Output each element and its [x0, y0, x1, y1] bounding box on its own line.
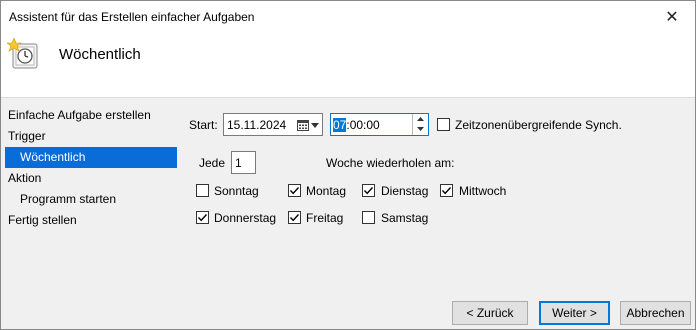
sync-checkbox[interactable] [437, 118, 450, 131]
start-label: Start: [189, 118, 218, 132]
spin-up-icon[interactable] [417, 117, 424, 121]
day-checkbox-freitag[interactable] [288, 211, 301, 224]
day-checkbox-samstag[interactable] [362, 211, 375, 224]
day-label-sonntag: Sonntag [214, 184, 259, 198]
window-title: Assistent für das Erstellen einfacher Au… [9, 10, 255, 24]
every-weeks-value: 1 [235, 156, 242, 170]
spin-down-icon[interactable] [417, 127, 424, 131]
clock-scheduler-icon [7, 38, 38, 69]
day-label-samstag: Samstag [381, 211, 429, 225]
calendar-icon[interactable] [297, 119, 309, 131]
checkmark-icon [289, 187, 300, 195]
nav-step-trigger[interactable]: Trigger [1, 126, 177, 147]
date-picker[interactable]: 15.11.2024 [223, 113, 323, 136]
time-hour-selected[interactable]: 07 [333, 118, 347, 132]
day-checkbox-donnerstag[interactable] [196, 211, 209, 224]
checkmark-icon [363, 187, 374, 195]
title-bar: Assistent für das Erstellen einfacher Au… [1, 1, 695, 33]
every-label: Jede [199, 156, 226, 170]
nav-step-action[interactable]: Aktion [1, 168, 177, 189]
time-spinner [412, 114, 428, 135]
day-label-mittwoch: Mittwoch [459, 184, 507, 198]
nav-step-finish[interactable]: Fertig stellen [1, 210, 177, 231]
nav-step-weekly[interactable]: Wöchentlich [5, 147, 177, 168]
nav-step-start-program[interactable]: Programm starten [1, 189, 177, 210]
chevron-down-icon[interactable] [311, 123, 319, 128]
page-heading: Wöchentlich [59, 46, 141, 63]
day-checkbox-sonntag[interactable] [196, 184, 209, 197]
wizard-step-list: Einfache Aufgabe erstellen Trigger Wöche… [1, 105, 177, 231]
sync-label: Zeitzonenübergreifende Synch. [455, 118, 622, 132]
day-label-montag: Montag [306, 184, 347, 198]
next-button[interactable]: Weiter > [539, 301, 610, 325]
repeat-label: Woche wiederholen am: [326, 156, 455, 170]
time-rest: :00:00 [346, 118, 380, 132]
checkmark-icon [197, 214, 208, 222]
nav-step-create-task[interactable]: Einfache Aufgabe erstellen [1, 105, 177, 126]
day-checkbox-mittwoch[interactable] [440, 184, 453, 197]
day-label-freitag: Freitag [306, 211, 344, 225]
time-picker[interactable]: 07:00:00 [330, 113, 429, 136]
day-checkbox-montag[interactable] [288, 184, 301, 197]
wizard-header: Wöchentlich [1, 33, 695, 98]
cancel-button[interactable]: Abbrechen [620, 301, 691, 325]
back-button[interactable]: < Zurück [452, 301, 528, 325]
wizard-window: Assistent für das Erstellen einfacher Au… [0, 0, 696, 330]
day-label-dienstag: Dienstag [381, 184, 429, 198]
date-value: 15.11.2024 [227, 118, 287, 132]
checkmark-icon [441, 187, 452, 195]
every-weeks-input[interactable]: 1 [231, 151, 256, 174]
day-label-donnerstag: Donnerstag [214, 211, 277, 225]
day-checkbox-dienstag[interactable] [362, 184, 375, 197]
checkmark-icon [289, 214, 300, 222]
close-icon[interactable]: ✕ [649, 1, 695, 33]
